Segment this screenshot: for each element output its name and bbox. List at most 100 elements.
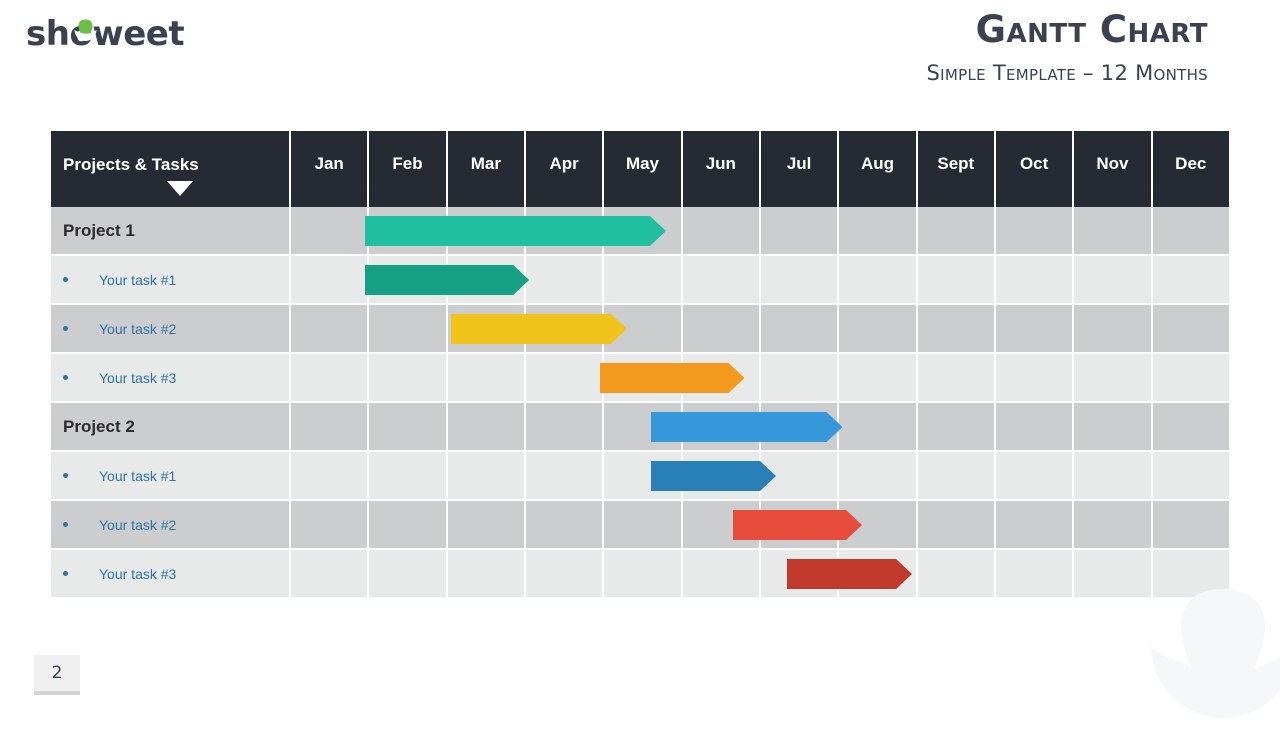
- month-cell[interactable]: [683, 256, 761, 303]
- month-cell[interactable]: [291, 207, 370, 254]
- gantt-task-row[interactable]: Your task #2: [51, 501, 1229, 550]
- column-header-month[interactable]: May: [604, 131, 683, 207]
- month-cell[interactable]: [918, 256, 996, 303]
- month-cell[interactable]: [918, 452, 996, 499]
- month-cell[interactable]: [683, 452, 761, 499]
- month-cell[interactable]: [526, 501, 605, 548]
- month-cell[interactable]: [996, 403, 1075, 450]
- month-cell[interactable]: [526, 305, 605, 352]
- month-cell[interactable]: [291, 550, 370, 597]
- month-cell[interactable]: [369, 501, 448, 548]
- column-header-month[interactable]: Jul: [761, 131, 840, 207]
- month-cell[interactable]: [604, 256, 683, 303]
- month-cell[interactable]: [1074, 354, 1153, 401]
- month-cell[interactable]: [604, 550, 683, 597]
- month-cell[interactable]: [761, 550, 840, 597]
- month-cell[interactable]: [448, 452, 526, 499]
- column-header-month[interactable]: Aug: [839, 131, 918, 207]
- month-cell[interactable]: [1074, 501, 1153, 548]
- month-cell[interactable]: [448, 403, 526, 450]
- gantt-project-row[interactable]: Project 2: [51, 403, 1229, 452]
- month-cell[interactable]: [604, 354, 683, 401]
- column-header-month[interactable]: Oct: [996, 131, 1075, 207]
- month-cell[interactable]: [526, 452, 605, 499]
- gantt-task-row[interactable]: Your task #3: [51, 550, 1229, 599]
- month-cell[interactable]: [369, 354, 448, 401]
- month-cell[interactable]: [526, 354, 605, 401]
- month-cell[interactable]: [1074, 207, 1153, 254]
- gantt-task-row[interactable]: Your task #1: [51, 256, 1229, 305]
- month-cell[interactable]: [448, 550, 526, 597]
- month-cell[interactable]: [761, 354, 840, 401]
- month-cell[interactable]: [369, 452, 448, 499]
- month-cell[interactable]: [839, 403, 918, 450]
- month-cell[interactable]: [996, 501, 1075, 548]
- gantt-project-row[interactable]: Project 1: [51, 207, 1229, 256]
- month-cell[interactable]: [996, 256, 1075, 303]
- month-cell[interactable]: [996, 550, 1075, 597]
- month-cell[interactable]: [1074, 403, 1153, 450]
- month-cell[interactable]: [839, 452, 918, 499]
- month-cell[interactable]: [839, 207, 918, 254]
- column-header-month[interactable]: Mar: [448, 131, 526, 207]
- month-cell[interactable]: [839, 550, 918, 597]
- month-cell[interactable]: [604, 207, 683, 254]
- month-cell[interactable]: [526, 403, 605, 450]
- column-header-month[interactable]: Jun: [683, 131, 761, 207]
- month-cell[interactable]: [1153, 207, 1229, 254]
- month-cell[interactable]: [683, 354, 761, 401]
- month-cell[interactable]: [1074, 305, 1153, 352]
- month-cell[interactable]: [918, 207, 996, 254]
- month-cell[interactable]: [291, 452, 370, 499]
- month-cell[interactable]: [369, 207, 448, 254]
- month-cell[interactable]: [448, 501, 526, 548]
- month-cell[interactable]: [918, 501, 996, 548]
- month-cell[interactable]: [604, 452, 683, 499]
- month-cell[interactable]: [1074, 550, 1153, 597]
- column-header-month[interactable]: Nov: [1074, 131, 1153, 207]
- month-cell[interactable]: [918, 354, 996, 401]
- month-cell[interactable]: [369, 256, 448, 303]
- month-cell[interactable]: [369, 305, 448, 352]
- month-cell[interactable]: [1153, 354, 1229, 401]
- month-cell[interactable]: [291, 403, 370, 450]
- month-cell[interactable]: [1153, 501, 1229, 548]
- month-cell[interactable]: [448, 305, 526, 352]
- month-cell[interactable]: [918, 403, 996, 450]
- column-header-month[interactable]: Jan: [291, 131, 370, 207]
- month-cell[interactable]: [604, 403, 683, 450]
- month-cell[interactable]: [1153, 305, 1229, 352]
- month-cell[interactable]: [448, 256, 526, 303]
- month-cell[interactable]: [369, 550, 448, 597]
- month-cell[interactable]: [839, 501, 918, 548]
- gantt-task-row[interactable]: Your task #2: [51, 305, 1229, 354]
- month-cell[interactable]: [291, 354, 370, 401]
- month-cell[interactable]: [918, 550, 996, 597]
- month-cell[interactable]: [683, 501, 761, 548]
- month-cell[interactable]: [683, 403, 761, 450]
- month-cell[interactable]: [996, 354, 1075, 401]
- gantt-task-row[interactable]: Your task #1: [51, 452, 1229, 501]
- month-cell[interactable]: [604, 501, 683, 548]
- month-cell[interactable]: [683, 550, 761, 597]
- month-cell[interactable]: [1153, 550, 1229, 597]
- month-cell[interactable]: [761, 501, 840, 548]
- month-cell[interactable]: [996, 207, 1075, 254]
- month-cell[interactable]: [918, 305, 996, 352]
- month-cell[interactable]: [761, 256, 840, 303]
- month-cell[interactable]: [683, 305, 761, 352]
- month-cell[interactable]: [761, 452, 840, 499]
- month-cell[interactable]: [1074, 452, 1153, 499]
- month-cell[interactable]: [996, 452, 1075, 499]
- month-cell[interactable]: [526, 550, 605, 597]
- month-cell[interactable]: [1074, 256, 1153, 303]
- month-cell[interactable]: [839, 305, 918, 352]
- month-cell[interactable]: [761, 207, 840, 254]
- month-cell[interactable]: [526, 256, 605, 303]
- month-cell[interactable]: [448, 207, 526, 254]
- month-cell[interactable]: [291, 256, 370, 303]
- month-cell[interactable]: [291, 501, 370, 548]
- month-cell[interactable]: [1153, 452, 1229, 499]
- month-cell[interactable]: [683, 207, 761, 254]
- month-cell[interactable]: [839, 256, 918, 303]
